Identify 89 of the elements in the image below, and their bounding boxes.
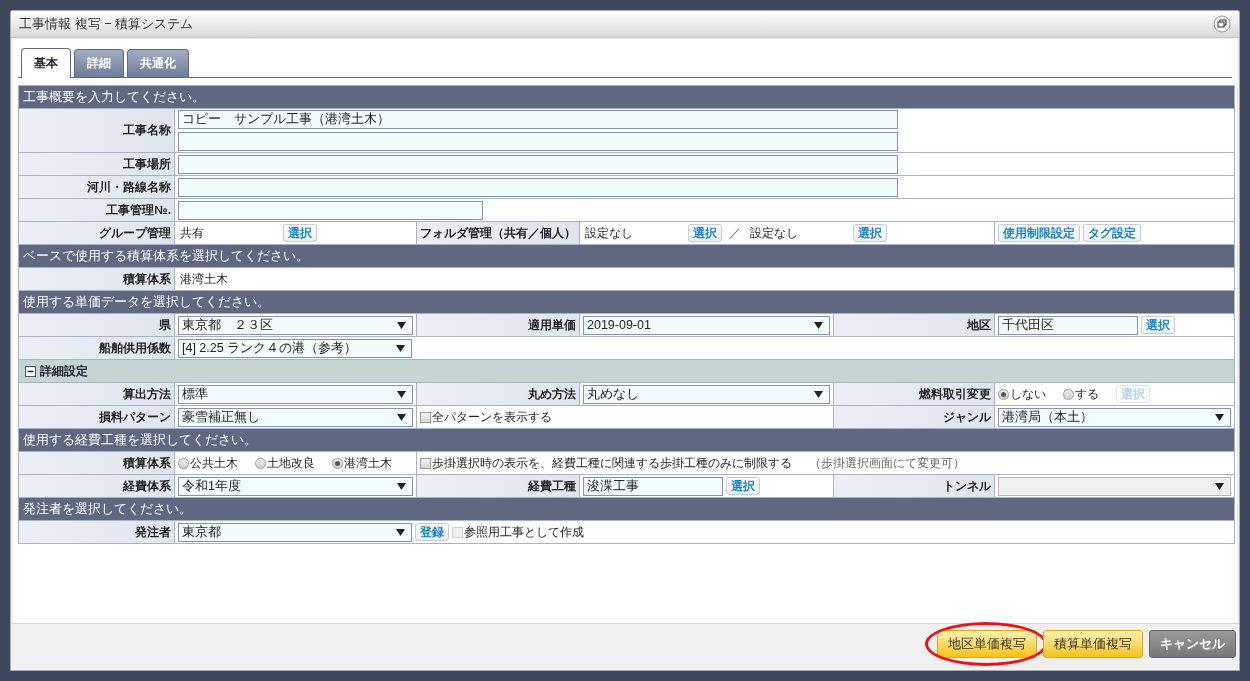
- collapse-icon[interactable]: [25, 365, 36, 377]
- radio-button[interactable]: [255, 457, 266, 469]
- select-button[interactable]: 選択: [688, 224, 722, 242]
- dropdown[interactable]: 丸めなし: [583, 384, 830, 404]
- radio-label[interactable]: する: [1075, 385, 1099, 403]
- field-label: 丸め方法: [417, 383, 580, 406]
- input-field[interactable]: 浚渫工事: [583, 476, 723, 496]
- field-label: 経費体系: [19, 475, 175, 498]
- value-text: 設定なし: [749, 224, 799, 242]
- caret-icon: [1215, 482, 1224, 490]
- field-label: 河川・路線名称: [19, 176, 175, 199]
- input-field[interactable]: コピー サンプル工事（港湾土木）: [178, 110, 898, 129]
- radio-label[interactable]: 港湾土木: [344, 454, 392, 472]
- separator-text: ／: [728, 224, 742, 242]
- subsection-header[interactable]: 詳細設定: [19, 360, 1235, 383]
- radio-button[interactable]: [178, 457, 189, 469]
- restore-window-icon[interactable]: [1213, 15, 1231, 33]
- dropdown[interactable]: 令和1年度: [178, 476, 413, 496]
- checkbox-label[interactable]: 全パターンを表示する: [432, 408, 552, 426]
- field-label: 船舶供用係数: [19, 337, 175, 360]
- hint-text: （歩掛選択画面にて変更可）: [809, 454, 965, 472]
- radio-button[interactable]: [998, 388, 1009, 400]
- dropdown[interactable]: 港湾局（本土）: [998, 407, 1231, 427]
- caret-icon: [1215, 413, 1224, 421]
- dropdown[interactable]: 東京都: [178, 522, 412, 542]
- caret-icon: [397, 413, 406, 421]
- window-title: 工事情報 複写 − 積算システム: [19, 15, 194, 33]
- select-button[interactable]: 選択: [853, 224, 887, 242]
- section-header: ベースで使用する積算体系を選択してください。: [19, 245, 1235, 268]
- field-label: 積算体系: [19, 452, 175, 475]
- footer-button[interactable]: キャンセル: [1149, 630, 1236, 658]
- caret-icon: [397, 482, 406, 490]
- field-label: 工事名称: [19, 109, 175, 153]
- field-label: 損料パターン: [19, 406, 175, 429]
- caret-icon: [396, 528, 405, 536]
- field-label: トンネル: [834, 475, 995, 498]
- input-field[interactable]: 千代田区: [998, 315, 1138, 335]
- dropdown[interactable]: 東京都 ２３区: [178, 315, 413, 335]
- field-label: 適用単価: [417, 314, 580, 337]
- checkbox-label[interactable]: 歩掛選択時の表示を、経費工種に関連する歩掛工種のみに制限する: [432, 454, 792, 472]
- field-label: グループ管理: [19, 222, 175, 245]
- tab[interactable]: 基本: [21, 48, 71, 78]
- field-label: 経費工種: [417, 475, 580, 498]
- radio-label[interactable]: 公共土木: [190, 454, 238, 472]
- checkbox[interactable]: [420, 411, 431, 423]
- select-button[interactable]: 登録: [415, 523, 449, 541]
- subsection-title: 詳細設定: [40, 362, 88, 380]
- input-field[interactable]: [178, 177, 898, 197]
- field-label: 発注者: [19, 521, 175, 544]
- section-header: 使用する単価データを選択してください。: [19, 291, 1235, 314]
- checkbox[interactable]: [420, 457, 431, 469]
- field-label: 地区: [834, 314, 995, 337]
- section-header: 発注者を選択してください。: [19, 498, 1235, 521]
- caret-icon: [396, 344, 405, 352]
- input-field[interactable]: [178, 132, 898, 151]
- field-label: フォルダ管理（共有／個人）: [417, 222, 580, 245]
- field-label: 積算体系: [19, 268, 175, 291]
- field-label: 燃料取引変更: [834, 383, 995, 406]
- radio-label[interactable]: 土地改良: [267, 454, 315, 472]
- value-text: 共有: [179, 224, 205, 242]
- value-text: 港湾土木: [179, 270, 229, 288]
- input-field[interactable]: [178, 154, 898, 174]
- section-header: 工事概要を入力してください。: [19, 86, 1235, 109]
- radio-label[interactable]: しない: [1010, 385, 1046, 403]
- dropdown[interactable]: 豪雪補正無し: [178, 407, 413, 427]
- field-label: ジャンル: [834, 406, 995, 429]
- input-field[interactable]: [178, 200, 483, 220]
- footer-button[interactable]: 地区単価複写: [937, 630, 1037, 658]
- section-header: 使用する経費工種を選択してください。: [19, 429, 1235, 452]
- field-label: 算出方法: [19, 383, 175, 406]
- select-button[interactable]: 選択: [1141, 316, 1175, 334]
- select-button[interactable]: 選択: [726, 477, 760, 495]
- radio-button[interactable]: [332, 457, 343, 469]
- select-button[interactable]: 選択: [283, 224, 317, 242]
- caret-icon: [814, 321, 823, 329]
- dropdown[interactable]: 標準: [178, 384, 413, 404]
- dropdown[interactable]: 2019-09-01: [583, 315, 830, 335]
- field-label: 工事場所: [19, 153, 175, 176]
- caret-icon: [397, 321, 406, 329]
- radio-button[interactable]: [1063, 388, 1074, 400]
- field-label: 県: [19, 314, 175, 337]
- dropdown[interactable]: [4] 2.25 ランク４の港（参考）: [178, 338, 412, 358]
- caret-icon: [814, 390, 823, 398]
- field-label: 工事管理№.: [19, 199, 175, 222]
- footer-button[interactable]: 積算単価複写: [1043, 630, 1143, 658]
- select-button[interactable]: 使用制限設定: [998, 224, 1080, 242]
- select-button[interactable]: タグ設定: [1083, 224, 1141, 242]
- value-text: 設定なし: [584, 224, 634, 242]
- caret-icon: [397, 390, 406, 398]
